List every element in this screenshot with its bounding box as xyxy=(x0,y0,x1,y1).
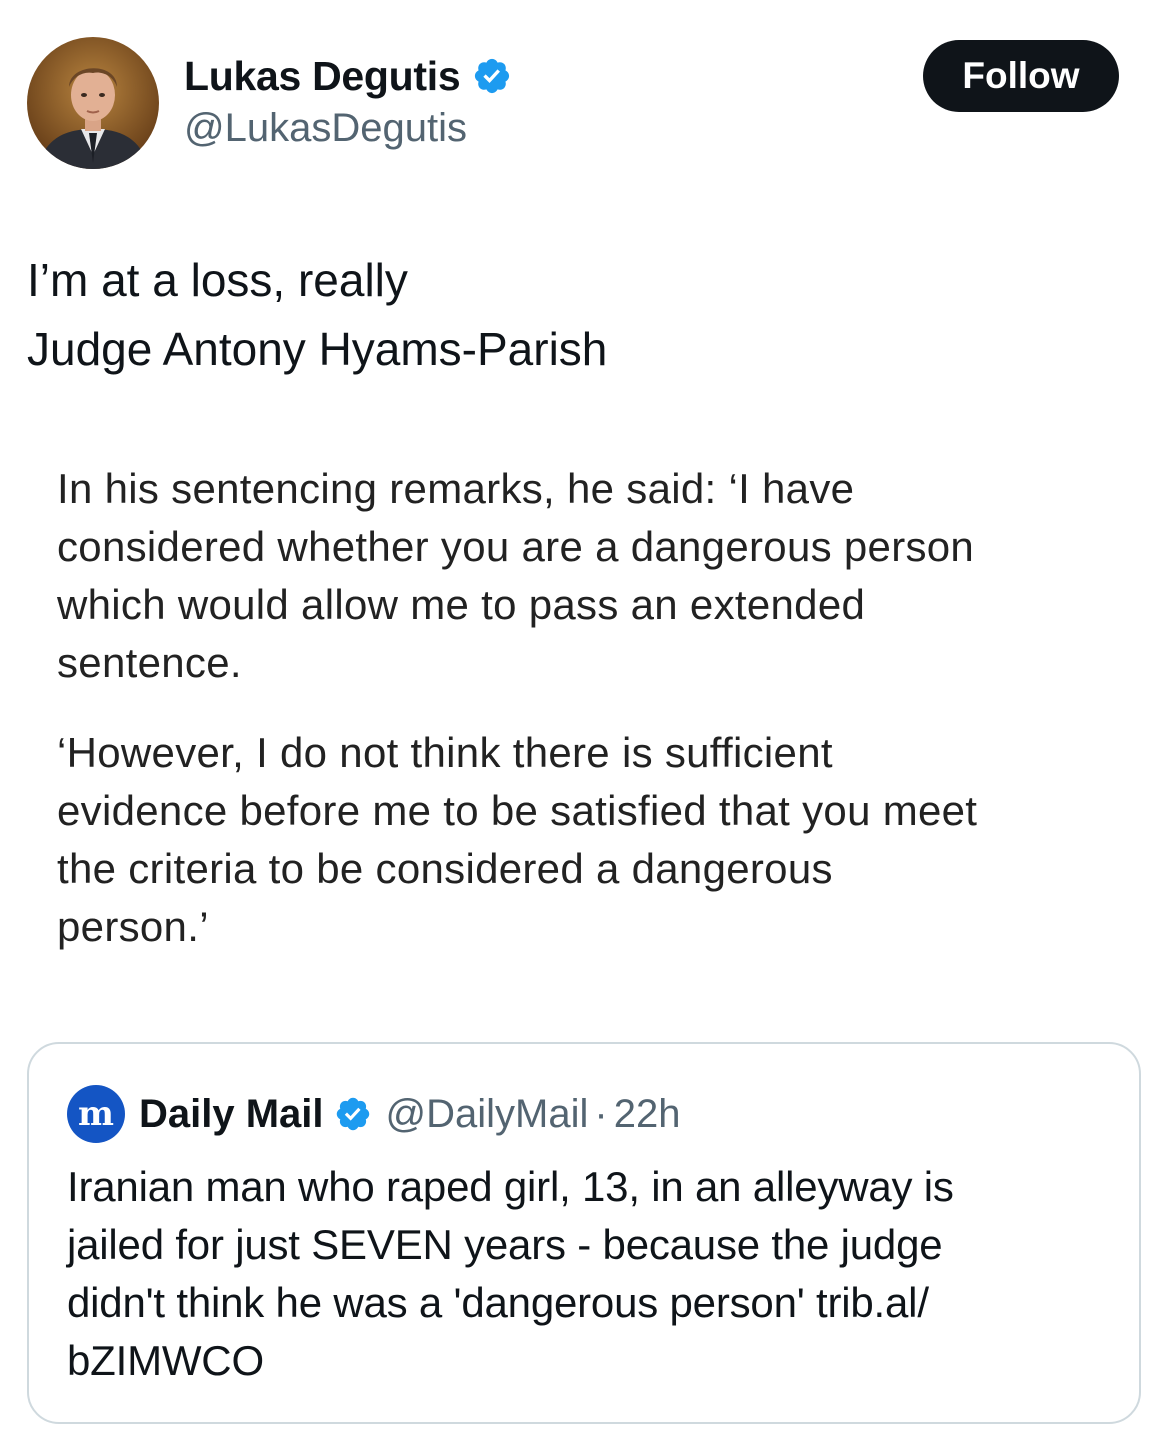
author-name-row: Lukas Degutis xyxy=(184,50,512,102)
media-line: the criteria to be considered a dangerou… xyxy=(57,845,833,892)
quoted-tweet-text: Iranian man who raped girl, 13, in an al… xyxy=(67,1158,954,1390)
quoted-text-line[interactable]: bZIMWCO xyxy=(67,1332,954,1390)
quoted-text-line: Iranian man who raped girl, 13, in an al… xyxy=(67,1163,954,1210)
quoted-display-name[interactable]: Daily Mail xyxy=(139,1092,324,1137)
media-line: considered whether you are a dangerous p… xyxy=(57,523,975,570)
media-line: sentence. xyxy=(57,639,242,686)
media-paragraph-1: In his sentencing remarks, he said: ‘I h… xyxy=(57,460,974,692)
daily-mail-logo-icon[interactable]: m xyxy=(67,1085,125,1143)
verified-badge-icon xyxy=(472,56,512,96)
tweet-text-line: Judge Antony Hyams-Parish xyxy=(27,323,608,375)
media-line: evidence before me to be satisfied that … xyxy=(57,787,978,834)
tweet-text-line: I’m at a loss, really xyxy=(27,254,408,306)
follow-button[interactable]: Follow xyxy=(923,40,1119,112)
author-avatar[interactable] xyxy=(27,37,159,169)
quoted-tweet-header: m Daily Mail @DailyMail · 22h xyxy=(67,1085,681,1143)
media-line: which would allow me to pass an extended xyxy=(57,581,866,628)
author-display-name[interactable]: Lukas Degutis xyxy=(184,53,461,100)
separator-dot: · xyxy=(594,1091,608,1136)
media-line: ‘However, I do not think there is suffic… xyxy=(57,729,833,776)
tweet-media-image[interactable]: In his sentencing remarks, he said: ‘I h… xyxy=(27,440,1143,980)
quoted-tweet-card[interactable]: m Daily Mail @DailyMail · 22h Iranian ma… xyxy=(27,1042,1141,1424)
media-line: person.’ xyxy=(57,903,209,950)
media-line: In his sentencing remarks, he said: ‘I h… xyxy=(57,465,855,512)
quoted-text-line[interactable]: didn't think he was a 'dangerous person'… xyxy=(67,1274,954,1332)
media-paragraph-2: ‘However, I do not think there is suffic… xyxy=(57,724,977,956)
verified-badge-icon xyxy=(334,1095,372,1133)
quoted-text-line: jailed for just SEVEN years - because th… xyxy=(67,1221,943,1268)
profile-photo-icon xyxy=(27,37,159,169)
author-handle[interactable]: @LukasDegutis xyxy=(184,106,467,151)
tweet-text: I’m at a loss, really Judge Antony Hyams… xyxy=(27,246,607,384)
quoted-timestamp[interactable]: 22h xyxy=(614,1092,681,1137)
quoted-handle[interactable]: @DailyMail xyxy=(386,1092,589,1137)
